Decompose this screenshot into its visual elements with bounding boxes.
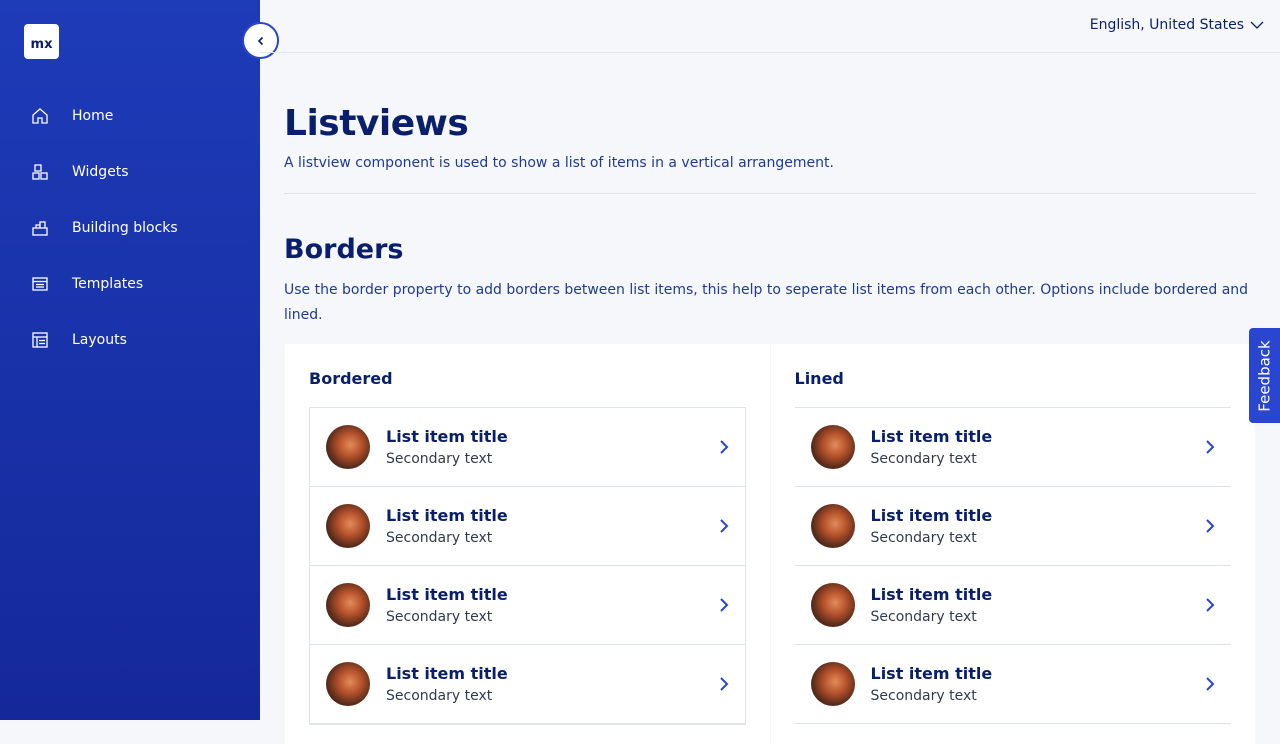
chevron-right-icon — [719, 677, 728, 691]
sidebar-item-home[interactable]: Home — [0, 88, 260, 144]
list-item-title: List item title — [386, 584, 508, 604]
sidebar: mx Home Widgets Building blocks Template… — [0, 0, 260, 720]
list-item-secondary: Secondary text — [870, 608, 977, 625]
divider — [284, 193, 1256, 194]
avatar — [326, 425, 370, 469]
chevron-right-icon — [719, 598, 728, 612]
chevron-down-icon — [1250, 21, 1264, 29]
home-icon — [31, 107, 49, 125]
list-item[interactable]: List item title Secondary text — [310, 645, 745, 724]
language-label: English, United States — [1089, 17, 1244, 33]
card-title: Bordered — [309, 369, 393, 388]
list-item[interactable]: List item title Secondary text — [794, 408, 1231, 487]
sidebar-item-label: Templates — [72, 276, 144, 292]
list-item-title: List item title — [386, 426, 508, 446]
lined-card: Lined List item title Secondary text Lis… — [770, 344, 1255, 744]
section-description: Use the border property to add borders b… — [284, 282, 1249, 323]
section-title: Borders — [284, 234, 404, 265]
list-item[interactable]: List item title Secondary text — [794, 645, 1231, 724]
avatar — [810, 425, 855, 469]
chevron-right-icon — [1206, 598, 1215, 612]
chevron-right-icon — [1206, 677, 1215, 691]
listview-examples: Bordered List item title Secondary text … — [285, 344, 1255, 744]
templates-icon — [31, 275, 49, 293]
main-content: Listviews A listview component is used t… — [284, 53, 1256, 328]
list-item-secondary: Secondary text — [386, 608, 493, 625]
list-item[interactable]: List item title Secondary text — [794, 566, 1231, 645]
bordered-listview: List item title Secondary text List item… — [309, 407, 746, 725]
list-item-title: List item title — [870, 505, 993, 525]
list-item-title: List item title — [870, 426, 993, 446]
sidebar-item-widgets[interactable]: Widgets — [0, 144, 260, 200]
sidebar-item-templates[interactable]: Templates — [0, 256, 260, 312]
avatar — [326, 583, 370, 627]
list-item[interactable]: List item title Secondary text — [310, 487, 745, 566]
language-selector[interactable]: English, United States — [1090, 17, 1264, 33]
avatar — [810, 504, 855, 548]
sidebar-item-building-blocks[interactable]: Building blocks — [0, 200, 260, 256]
sidebar-item-layouts[interactable]: Layouts — [0, 312, 260, 368]
sidebar-item-label: Widgets — [72, 164, 129, 180]
bordered-card: Bordered List item title Secondary text … — [285, 344, 770, 744]
list-item-secondary: Secondary text — [386, 687, 493, 704]
list-item-title: List item title — [386, 505, 508, 525]
list-item[interactable]: List item title Secondary text — [310, 408, 745, 487]
list-item[interactable]: List item title Secondary text — [794, 487, 1231, 566]
avatar — [810, 583, 855, 627]
list-item-secondary: Secondary text — [386, 529, 493, 546]
chevron-right-icon — [1206, 519, 1215, 533]
list-item-secondary: Secondary text — [386, 450, 493, 467]
chevron-right-icon — [719, 440, 728, 454]
card-title: Lined — [794, 369, 844, 388]
sidebar-item-label: Building blocks — [72, 220, 178, 236]
list-item-title: List item title — [870, 584, 993, 604]
feedback-label: Feedback — [1255, 339, 1274, 412]
list-item-secondary: Secondary text — [870, 529, 977, 546]
topbar: English, United States — [260, 0, 1280, 53]
chevron-right-icon — [719, 519, 728, 533]
avatar — [810, 662, 855, 706]
widgets-icon — [31, 163, 49, 181]
list-item[interactable]: List item title Secondary text — [310, 566, 745, 645]
chevron-right-icon — [1206, 440, 1215, 454]
avatar — [326, 504, 370, 548]
page-description: A listview component is used to show a l… — [284, 155, 834, 171]
layouts-icon — [31, 331, 49, 349]
app-logo[interactable]: mx — [24, 24, 59, 59]
sidebar-item-label: Layouts — [72, 332, 127, 348]
sidebar-nav: Home Widgets Building blocks Templates L… — [0, 88, 260, 368]
building-blocks-icon — [31, 219, 49, 237]
lined-listview: List item title Secondary text List item… — [794, 407, 1231, 724]
list-item-title: List item title — [386, 663, 508, 683]
page-title: Listviews — [284, 103, 469, 144]
sidebar-item-label: Home — [72, 108, 114, 124]
list-item-secondary: Secondary text — [870, 687, 977, 704]
list-item-secondary: Secondary text — [870, 450, 977, 467]
feedback-tab[interactable]: Feedback — [1249, 328, 1280, 423]
avatar — [326, 662, 370, 706]
list-item-title: List item title — [870, 663, 993, 683]
